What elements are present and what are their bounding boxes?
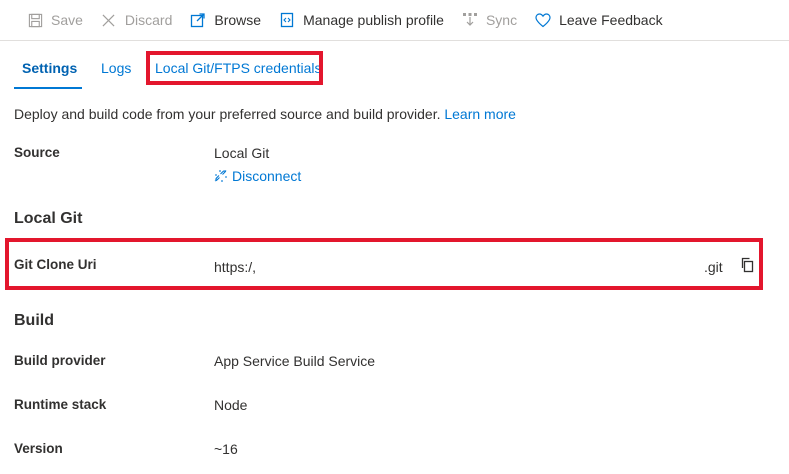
- runtime-stack-label: Runtime stack: [14, 397, 107, 412]
- source-label: Source: [14, 145, 60, 160]
- disconnect-label: Disconnect: [232, 168, 302, 184]
- sync-label: Sync: [485, 12, 518, 28]
- save-icon: [27, 12, 43, 28]
- heart-icon: [535, 12, 551, 28]
- description-text: Deploy and build code from your preferre…: [14, 106, 441, 122]
- git-clone-uri-value: https:/,: [214, 259, 257, 275]
- open-external-icon: [190, 12, 206, 28]
- source-value: Local Git: [214, 145, 270, 161]
- credentials-tab-highlight: [146, 51, 323, 85]
- discard-label: Discard: [124, 12, 173, 28]
- tab-logs[interactable]: Logs: [101, 60, 131, 76]
- save-label: Save: [51, 12, 83, 28]
- browse-button[interactable]: Browse: [190, 0, 261, 41]
- tab-bar: Settings Logs Local Git/FTPS credentials: [0, 42, 789, 90]
- build-provider-label: Build provider: [14, 353, 106, 368]
- browse-label: Browse: [214, 12, 262, 28]
- copy-icon[interactable]: [740, 257, 756, 273]
- git-clone-uri-label: Git Clone Uri: [14, 257, 97, 272]
- git-clone-uri-suffix: .git: [704, 259, 723, 275]
- active-tab-indicator: [14, 87, 82, 89]
- discard-button[interactable]: Discard: [101, 0, 172, 41]
- git-clone-uri-highlight: [5, 238, 763, 290]
- version-label: Version: [14, 441, 63, 456]
- close-icon: [101, 12, 117, 28]
- local-git-section-title: Local Git: [14, 210, 83, 227]
- page-description: Deploy and build code from your preferre…: [14, 106, 516, 122]
- save-button[interactable]: Save: [27, 0, 83, 41]
- tab-settings[interactable]: Settings: [22, 60, 77, 76]
- publish-profile-icon: [279, 12, 295, 28]
- manage-publish-label: Manage publish profile: [303, 12, 444, 28]
- sync-icon: [462, 12, 478, 28]
- feedback-label: Leave Feedback: [559, 12, 663, 28]
- unlink-icon: [214, 169, 228, 183]
- version-value: ~16: [214, 441, 238, 457]
- build-section-title: Build: [14, 312, 54, 329]
- runtime-stack-value: Node: [214, 397, 248, 413]
- manage-publish-profile-button[interactable]: Manage publish profile: [279, 0, 444, 41]
- command-bar: Save Discard Browse Manage publish profi…: [0, 0, 789, 41]
- leave-feedback-button[interactable]: Leave Feedback: [535, 0, 663, 41]
- disconnect-link[interactable]: Disconnect: [214, 168, 301, 184]
- build-provider-value: App Service Build Service: [214, 353, 376, 369]
- learn-more-link[interactable]: Learn more: [444, 106, 516, 122]
- sync-button[interactable]: Sync: [462, 0, 517, 41]
